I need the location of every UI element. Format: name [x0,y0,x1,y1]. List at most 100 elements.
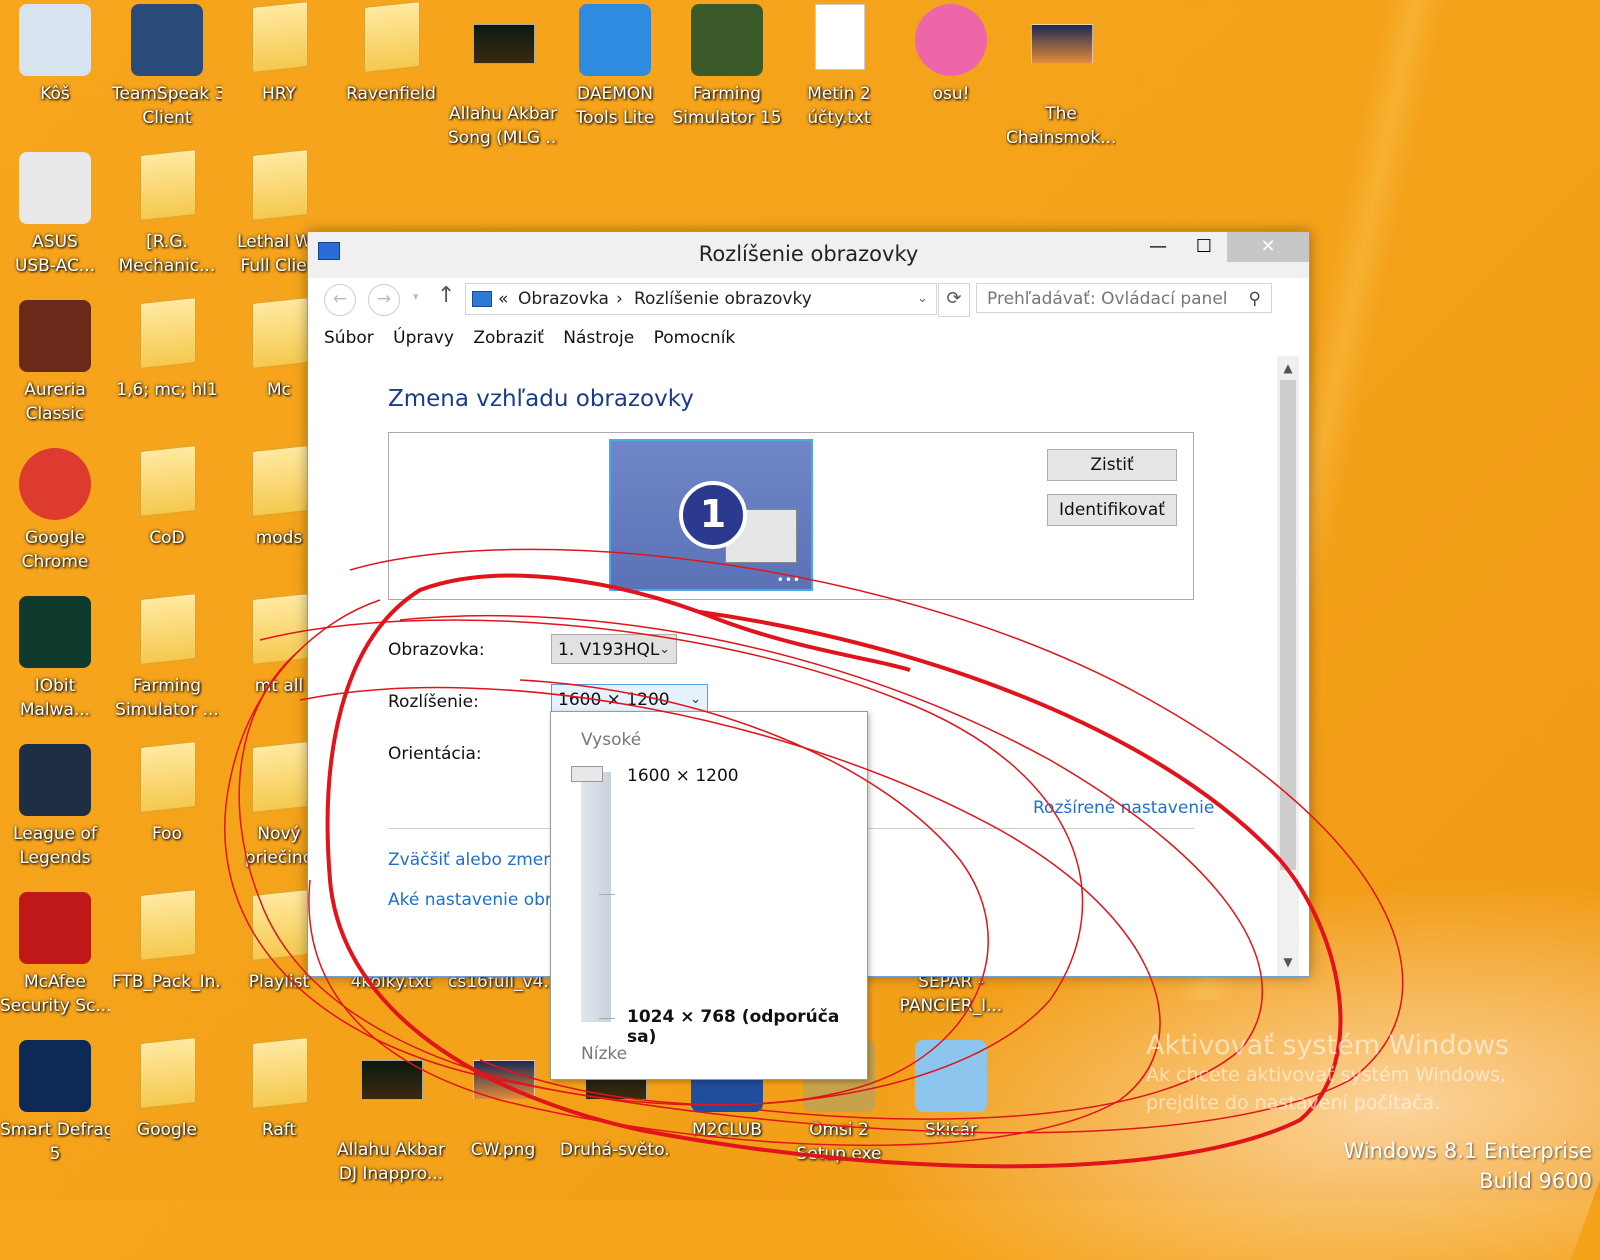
address-dropdown-icon[interactable]: ⌄ [917,284,928,314]
identify-button[interactable]: Identifikovať [1047,494,1177,526]
menu-help[interactable]: Pomocník [654,328,736,348]
monitor-preview-box: 1 ••• Zistiť Identifikovať [388,432,1194,600]
monitor-1-tile[interactable]: 1 ••• [609,439,813,591]
desktop-icon[interactable]: ASUS USB-AC... [0,152,110,278]
back-button[interactable]: ← [324,284,356,316]
desktop-icon[interactable]: Farming Simulator 15 [672,4,782,130]
desktop-icon-label: Skicár [924,1120,978,1140]
scroll-thumb[interactable] [1280,380,1296,870]
desktop-icon-label: Song (MLG ... [448,128,558,148]
resolution-slider-track[interactable] [581,772,611,1022]
refresh-button[interactable]: ⟳ [938,283,970,317]
maximize-button[interactable]: ☐ [1181,232,1227,262]
display-select[interactable]: 1. V193HQL ⌄ [551,634,677,664]
desktop-icon[interactable]: DAEMON Tools Lite [560,4,670,130]
desktop-icon[interactable]: TeamSpeak 3 Client [112,4,222,130]
desktop-icon[interactable]: Smart Defrag 5 [0,1040,110,1166]
desktop-icon[interactable]: Allahu Akbar Song (MLG ... [448,4,558,150]
forward-button[interactable]: → [368,284,400,316]
desktop-icon[interactable]: IObit Malwa... [0,596,110,722]
desktop-icon-label: osu! [932,84,970,104]
desktop-icon[interactable]: Google Chrome [0,448,110,574]
recent-locations-button[interactable]: ▾ [413,290,419,303]
desktop-icon[interactable]: [R.G. Mechanic... [112,149,222,278]
desktop-icon-label: M2CLUB [691,1120,763,1140]
desktop-icon[interactable]: Ravenfield [336,1,446,106]
desktop-icon[interactable]: Metin 2 účty.txt [784,4,894,130]
desktop-icon-label: Druhá-světo... [560,1140,670,1160]
folder-icon [140,741,196,813]
smart-defrag-icon [19,1040,91,1112]
resolution-dropdown: Vysoké 1600 × 1200 1024 × 768 (odporúča … [550,711,868,1080]
which-settings-link[interactable]: Aké nastavenie obraz [388,890,571,910]
detect-button[interactable]: Zistiť [1047,449,1177,481]
desktop-icon[interactable]: CoD [112,445,222,550]
desktop-icon-label: Foo [152,824,182,844]
desktop-icon-label: Raft [261,1120,297,1140]
desktop-icon[interactable]: osu! [896,4,1006,106]
folder-icon [252,445,308,517]
desktop-icon-label: Mechanic... [118,256,216,276]
desktop-icon[interactable]: League of Legends [0,744,110,870]
desktop-icon-label: Kôš [40,84,70,104]
desktop-icon[interactable]: Farming Simulator ... [112,593,222,722]
breadcrumb-separator-icon[interactable]: › [616,284,623,314]
title-bar[interactable]: Rozlíšenie obrazovky — ☐ ✕ [308,232,1309,278]
up-button[interactable]: ↑ [437,283,455,308]
breadcrumb-obrazovka[interactable]: Obrazovka [518,284,609,314]
game-icon [19,300,91,372]
desktop-icon-label: účty.txt [807,108,871,128]
menu-edit[interactable]: Úpravy [393,328,454,348]
advanced-settings-link[interactable]: Rozšírené nastavenie [1033,798,1214,818]
desktop-icon[interactable]: The Chainsmok... [1006,4,1116,150]
resize-text-link[interactable]: Zväčšiť alebo zmenši [388,850,568,870]
search-icon[interactable]: ⚲ [1249,284,1261,314]
desktop-icon-label: ASUS [32,232,78,252]
desktop-icon-label: Omsi 2 [809,1120,869,1140]
resolution-slider-thumb[interactable] [571,766,603,782]
monitor-number: 1 [679,481,747,549]
folder-icon [140,889,196,961]
scroll-down-icon[interactable]: ▼ [1277,952,1299,972]
minimize-button[interactable]: — [1135,232,1181,262]
mcafee-icon [19,892,91,964]
desktop-icon[interactable]: Raft [224,1037,334,1142]
menu-file[interactable]: Súbor [324,328,374,348]
desktop-icon-label: IObit [34,676,76,696]
desktop-icon[interactable]: McAfee Security Sc... [0,892,110,1018]
build-number: Build 9600 [1479,1169,1592,1193]
scroll-up-icon[interactable]: ▲ [1277,358,1299,378]
resolution-option-recommended[interactable]: 1024 × 768 (odporúča sa) [627,1007,867,1047]
desktop-icon[interactable]: CW.png [448,1040,558,1162]
navigation-bar: ← → ▾ ↑ « Obrazovka › Rozlíšenie obrazov… [320,278,1297,320]
breadcrumb-chevrons[interactable]: « [498,284,508,314]
desktop-icon[interactable]: Kôš [0,4,110,106]
farming-simulator-icon [691,4,763,76]
desktop-icon-label: Malwa... [19,700,91,720]
close-button[interactable]: ✕ [1227,232,1309,262]
breadcrumb-current[interactable]: Rozlíšenie obrazovky [634,284,812,314]
asus-icon [19,152,91,224]
folder-icon [252,1,308,73]
desktop-icon-label: Chainsmok... [1006,128,1116,148]
desktop-icon[interactable]: Google [112,1037,222,1142]
desktop-icon-label: FTB_Pack_In... [112,972,222,992]
video-thumbnail-icon [473,24,535,64]
desktop-icon[interactable]: Aureria Classic [0,300,110,426]
resolution-option-high[interactable]: 1600 × 1200 [627,766,739,786]
desktop-icon[interactable]: HRY [224,1,334,106]
desktop-icon[interactable]: Skicár [896,1040,1006,1142]
build-info: Windows 8.1 Enterprise Build 9600 [1343,1136,1592,1196]
image-thumbnail-icon [1031,24,1093,64]
folder-icon [252,889,308,961]
league-icon [19,744,91,816]
address-bar[interactable]: « Obrazovka › Rozlíšenie obrazovky ⌄ [465,283,937,315]
menu-tools[interactable]: Nástroje [563,328,634,348]
desktop-icon[interactable]: FTB_Pack_In... [112,889,222,994]
vertical-scrollbar[interactable]: ▲ ▼ [1277,356,1299,976]
desktop-icon[interactable]: 1,6; mc; hl1 [112,297,222,402]
search-input[interactable]: Prehľadávať: Ovládací panel ⚲ [976,283,1272,313]
desktop-icon[interactable]: Foo [112,741,222,846]
menu-view[interactable]: Zobraziť [473,328,544,348]
desktop-icon[interactable]: Allahu Akbar DJ Inappro... [336,1040,446,1186]
